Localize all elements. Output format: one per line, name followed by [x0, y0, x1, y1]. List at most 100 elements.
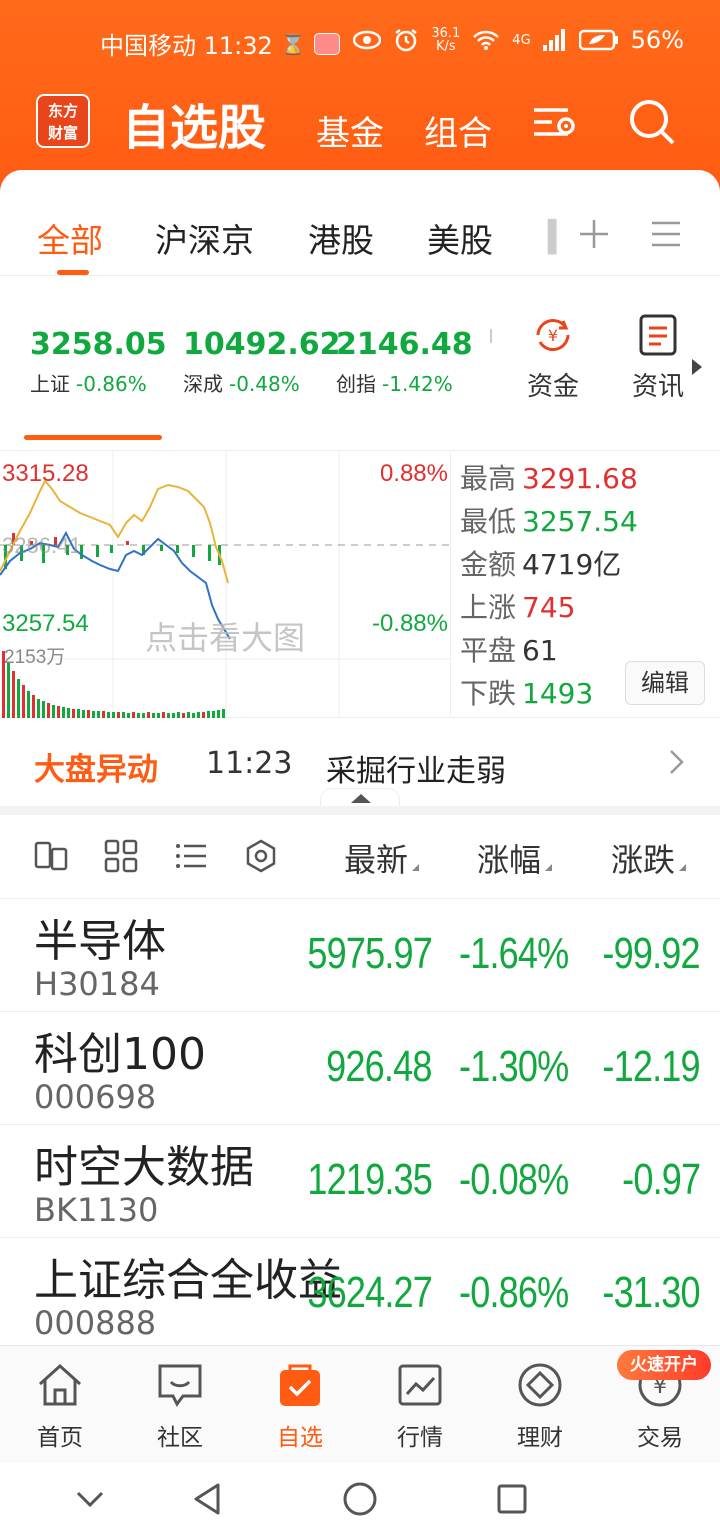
stat-low: 最低 3257.54	[460, 505, 638, 538]
table-row[interactable]: 上证综合全收益 000888 3624.27 -0.86% -31.30	[0, 1238, 720, 1351]
group-menu-icon[interactable]	[650, 218, 682, 250]
wifi-icon	[473, 30, 500, 50]
yuan-cycle-icon: ¥	[536, 318, 570, 352]
section-separator	[0, 806, 720, 815]
alert-label: 大盘异动	[34, 752, 158, 788]
collapse-up-icon	[351, 794, 371, 803]
page-title[interactable]: 自选股	[122, 88, 266, 158]
row-name: 科创100	[34, 1029, 206, 1080]
stat-amount: 金额 4719亿	[460, 548, 622, 581]
row-code: 000888	[34, 1304, 157, 1342]
row-change: -0.97	[621, 1155, 701, 1204]
col-latest[interactable]: 最新	[344, 835, 420, 881]
sort-icon	[545, 864, 553, 871]
add-group-icon[interactable]	[578, 218, 610, 250]
app-header: 东方 财富 自选股 基金 组合	[0, 84, 720, 174]
settings-icon[interactable]	[244, 839, 278, 873]
grid-view-icon[interactable]	[104, 839, 138, 873]
stat-up: 上涨 745	[460, 591, 576, 624]
network-type: 4G	[512, 32, 531, 48]
tab-shenzhen[interactable]: 沪深京	[155, 214, 254, 262]
recent-apps-icon[interactable]	[496, 1483, 528, 1515]
nav-home[interactable]: 首页	[20, 1362, 100, 1452]
app-notification-icon	[313, 32, 340, 55]
home-icon	[38, 1363, 82, 1406]
chart-low-label: 3257.54	[2, 610, 89, 637]
row-latest: 926.48	[326, 1042, 433, 1091]
bottom-nav: 首页 社区 自选 行情 理财 ¥ 交易 火速开户	[0, 1345, 720, 1463]
svg-text:¥: ¥	[548, 326, 558, 345]
row-pct: -0.86%	[458, 1268, 569, 1317]
row-change: -99.92	[602, 929, 701, 978]
chat-icon	[158, 1364, 202, 1407]
intraday-chart[interactable]: 3315.28 3286.41 3257.54 2153万 0.88% -0.8…	[0, 451, 450, 719]
col-change-pct[interactable]: 涨幅	[477, 835, 553, 881]
market-chart-icon	[398, 1364, 442, 1406]
row-latest: 1219.35	[307, 1155, 433, 1204]
avg-price-line	[0, 479, 229, 584]
alert-time: 11:23	[206, 746, 293, 781]
funds-button[interactable]: ¥ 资金	[515, 312, 591, 403]
list-view-icon[interactable]	[174, 839, 208, 873]
app-logo[interactable]: 东方 财富	[36, 94, 90, 148]
chart-volume-label: 2153万	[4, 647, 65, 668]
index-sh[interactable]: 3258.05 上证 -0.86%	[30, 327, 167, 397]
nav-wealth[interactable]: 理财	[500, 1362, 580, 1452]
tab-portfolio[interactable]: 组合	[424, 106, 492, 155]
chevron-right-icon	[670, 750, 684, 774]
row-pct: -1.64%	[458, 929, 569, 978]
battery-icon	[578, 29, 618, 51]
chart-high-pct: 0.88%	[380, 460, 448, 487]
signal-icon	[542, 29, 565, 51]
row-pct: -0.08%	[458, 1155, 569, 1204]
row-code: BK1130	[34, 1191, 159, 1229]
nav-hide-icon[interactable]	[74, 1487, 106, 1511]
news-button[interactable]: 资讯	[620, 312, 696, 403]
open-account-badge[interactable]: 火速开户	[617, 1350, 711, 1380]
row-name: 时空大数据	[34, 1142, 254, 1193]
tab-hk[interactable]: 港股	[308, 214, 374, 262]
row-change: -31.30	[602, 1268, 701, 1317]
search-icon[interactable]	[626, 96, 678, 148]
row-name: 上证综合全收益	[34, 1255, 342, 1306]
index-strip: 3258.05 上证 -0.86% 10492.62 深成 -0.48% 2146.…	[0, 277, 720, 449]
row-latest: 5975.97	[307, 929, 433, 978]
table-row[interactable]: 科创100 000698 926.48 -1.30% -12.19	[0, 1012, 720, 1125]
row-code: H30184	[34, 965, 160, 1003]
alarm-icon	[395, 29, 418, 52]
battery-level: 56%	[630, 26, 684, 54]
tab-us[interactable]: 美股	[427, 214, 493, 262]
back-icon[interactable]	[190, 1481, 222, 1517]
row-latest: 3624.27	[307, 1268, 433, 1317]
tab-all[interactable]: 全部	[37, 214, 103, 262]
edit-button[interactable]: 编辑	[625, 661, 705, 705]
row-name: 半导体	[34, 916, 166, 967]
watchlist-icon	[280, 1364, 320, 1406]
col-change[interactable]: 涨跌	[611, 835, 687, 881]
status-bar: 中国移动 11:32 ⌛ 36.1 K/s 4G 56%	[0, 0, 720, 84]
system-nav-bar	[0, 1463, 720, 1540]
scroll-right-icon[interactable]	[690, 357, 704, 377]
nav-watchlist[interactable]: 自选	[260, 1362, 340, 1452]
row-change: -12.19	[602, 1042, 701, 1091]
wealth-icon	[518, 1363, 562, 1407]
chart-mid-label: 3286.41	[2, 533, 82, 558]
tab-fund[interactable]: 基金	[316, 106, 384, 155]
stat-high: 最高 3291.68	[460, 462, 638, 495]
chart-low-pct: -0.88%	[372, 610, 448, 637]
table-row[interactable]: 时空大数据 BK1130 1219.35 -0.08% -0.97	[0, 1125, 720, 1238]
document-icon	[639, 314, 677, 356]
nav-community[interactable]: 社区	[140, 1362, 220, 1452]
index-more-hint	[490, 329, 492, 343]
table-row[interactable]: 半导体 H30184 5975.97 -1.64% -99.92	[0, 899, 720, 1012]
active-tab-indicator	[57, 270, 89, 275]
index-sz[interactable]: 10492.62 深成 -0.48%	[183, 327, 341, 397]
home-circle-icon[interactable]	[342, 1481, 378, 1517]
layout-switch-icon[interactable]	[34, 839, 68, 873]
nav-market[interactable]: 行情	[380, 1362, 460, 1452]
index-cy[interactable]: 2146.48 创指 -1.42%	[336, 327, 473, 397]
market-mini-chart[interactable]: 3315.28 3286.41 3257.54 2153万 0.88% -0.8…	[0, 450, 720, 719]
watchlist-header: 最新 涨幅 涨跌	[0, 815, 720, 899]
tab-more-faded[interactable]: ▍	[548, 220, 571, 255]
settings-menu-icon[interactable]	[528, 96, 580, 148]
